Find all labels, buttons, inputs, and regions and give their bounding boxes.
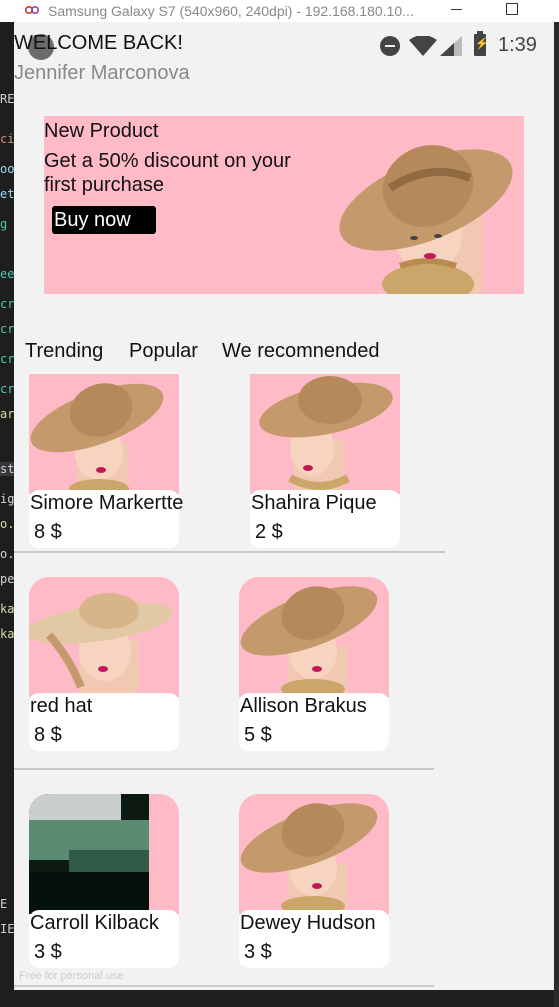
watermark-text: Free for personal use <box>19 970 124 982</box>
product-info: Allison Brakus 5 $ <box>239 693 389 751</box>
product-name: Simore Markertte <box>30 492 184 514</box>
product-name: red hat <box>30 695 93 717</box>
product-image <box>29 794 179 914</box>
product-info: Simore Markertte 8 $ <box>29 490 183 548</box>
product-image <box>250 374 400 494</box>
row-divider <box>14 768 434 770</box>
cell-signal-icon <box>440 36 462 56</box>
product-price: 3 $ <box>244 941 272 963</box>
product-info: red hat 8 $ <box>29 693 179 751</box>
window-title: Samsung Galaxy S7 (540x960, 240dpi) - 19… <box>48 3 414 19</box>
status-time: 1:39 <box>498 34 537 56</box>
promo-banner[interactable]: New Product Get a 50% discount on your f… <box>44 116 524 294</box>
product-price: 2 $ <box>255 521 283 543</box>
tab-trending[interactable]: Trending <box>25 340 103 363</box>
product-image <box>239 577 389 697</box>
product-name: Allison Brakus <box>240 695 367 717</box>
wifi-icon <box>409 36 437 56</box>
welcome-heading: WELCOME BACK! <box>14 32 183 54</box>
row-divider <box>14 551 445 553</box>
product-info: Carroll Kilback 3 $ <box>29 910 179 968</box>
do-not-disturb-icon <box>380 36 400 56</box>
battery-charging-icon <box>474 31 489 56</box>
maximize-button[interactable] <box>506 3 518 15</box>
tab-popular[interactable]: Popular <box>129 340 198 363</box>
product-price: 8 $ <box>34 521 62 543</box>
product-image <box>29 374 179 494</box>
tab-we-recommended[interactable]: We recomnended <box>222 340 380 363</box>
product-price: 8 $ <box>34 724 62 746</box>
product-name: Shahira Pique <box>251 492 377 514</box>
background-editor-strip: RE cis oo ets g ee cre cre cre cre ar st… <box>0 22 14 1007</box>
product-info: Dewey Hudson 3 $ <box>239 910 389 968</box>
window-bottom-border <box>14 990 554 1007</box>
minimize-button[interactable] <box>451 9 462 10</box>
row-divider <box>14 985 434 987</box>
user-name: Jennifer Marconova <box>14 62 190 84</box>
product-name: Carroll Kilback <box>30 912 159 934</box>
window-right-border <box>554 22 559 1007</box>
phone-screen: 1:39 WELCOME BACK! Jennifer Marconova Ne… <box>14 22 554 990</box>
banner-kicker: New Product <box>44 120 159 142</box>
emulator-titlebar: Samsung Galaxy S7 (540x960, 240dpi) - 19… <box>0 0 559 23</box>
product-price: 5 $ <box>244 724 272 746</box>
product-name: Dewey Hudson <box>240 912 376 934</box>
emulator-app-icon <box>25 6 39 14</box>
banner-model-image <box>339 145 513 294</box>
buy-now-button[interactable]: Buy now <box>52 206 156 234</box>
product-price: 3 $ <box>34 941 62 963</box>
product-image <box>239 794 389 914</box>
product-info: Shahira Pique 2 $ <box>250 490 400 548</box>
product-image <box>29 577 179 697</box>
banner-headline: Get a 50% discount on your first purchas… <box>44 150 291 196</box>
